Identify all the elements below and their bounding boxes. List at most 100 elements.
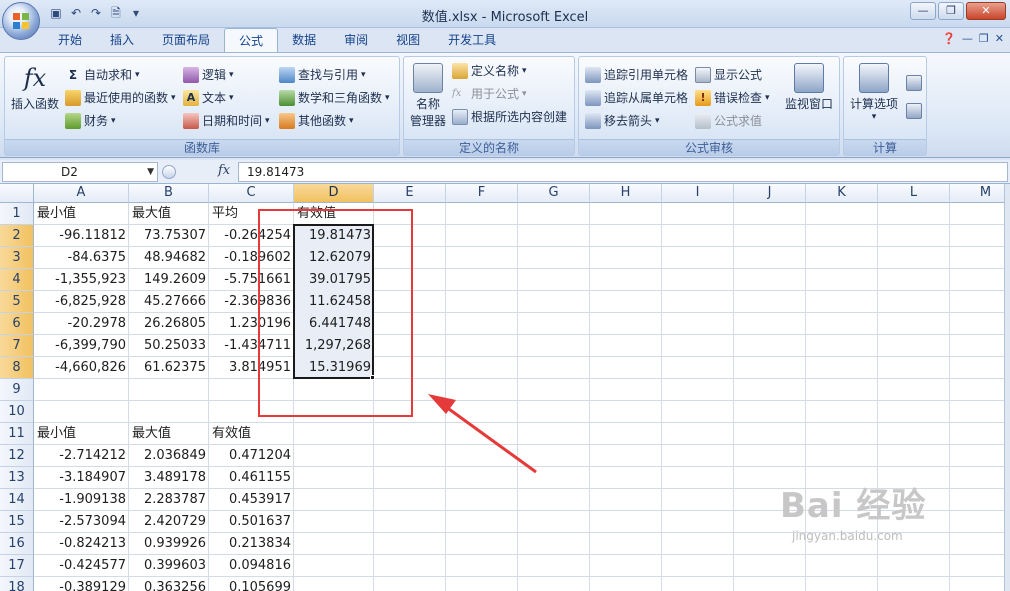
insert-function-button[interactable]: fx 插入函数 [9, 63, 61, 112]
office-button[interactable] [2, 2, 40, 40]
logical-icon [183, 66, 199, 83]
office-logo-icon [13, 13, 29, 29]
ribbon-tabs: 开始 插入 页面布局 公式 数据 审阅 视图 开发工具 [44, 28, 510, 53]
group-calculation: 计算选项 ▾ 计算 [843, 56, 927, 156]
use-in-formula-button[interactable]: fx 用于公式 ▾ [452, 85, 527, 102]
lookup-button[interactable]: 查找与引用 ▾ [279, 66, 366, 83]
evaluate-formula-button[interactable]: 公式求值 [695, 112, 762, 129]
tab-insert[interactable]: 插入 [96, 28, 148, 52]
text-a-icon: A [183, 89, 199, 106]
chevron-down-icon: ▾ [522, 88, 527, 99]
formula-input[interactable]: 19.81473 [238, 162, 1008, 182]
baidu-watermark: Bai 经验 jingyan.baidu.com [780, 486, 927, 543]
text-functions-button[interactable]: A 文本 ▾ [183, 89, 234, 106]
formula-bar: D2 ▼ fx 19.81473 [0, 160, 1010, 184]
vertical-scrollbar[interactable] [1004, 184, 1010, 591]
star-book-icon [65, 89, 81, 106]
tab-developer[interactable]: 开发工具 [434, 28, 510, 52]
remove-arrows-icon [585, 112, 601, 129]
define-name-button[interactable]: 定义名称 ▾ [452, 62, 527, 79]
watch-window-icon [794, 63, 824, 93]
chevron-down-icon: ▾ [871, 112, 877, 122]
financial-button[interactable]: 财务 ▾ [65, 112, 116, 129]
group-label-defined-names: 定义的名称 [404, 139, 574, 155]
arrow-shaft [441, 402, 537, 474]
chevron-down-icon: ▾ [361, 69, 366, 80]
chevron-down-icon: ▾ [171, 92, 176, 103]
window-title: 数值.xlsx - Microsoft Excel [421, 10, 589, 25]
chevron-down-icon: ▾ [135, 69, 140, 80]
trace-precedents-icon [585, 66, 601, 83]
chevron-down-icon: ▾ [765, 92, 770, 103]
watch-window-button[interactable]: 监视窗口 [781, 63, 837, 112]
chevron-down-icon: ▾ [229, 69, 234, 80]
tab-view[interactable]: 视图 [382, 28, 434, 52]
calendar-icon [183, 112, 199, 129]
close-button[interactable]: ✕ [966, 2, 1006, 20]
window-controls: — ❐ ✕ [910, 2, 1006, 20]
financial-icon [65, 112, 81, 129]
ribbon-help-area: ❓ — ❐ ✕ [942, 32, 1004, 45]
logical-button[interactable]: 逻辑 ▾ [183, 66, 234, 83]
sigma-icon: Σ [68, 67, 78, 82]
autosum-button[interactable]: Σ 自动求和 ▾ [65, 66, 140, 83]
warning-icon: ! [695, 89, 711, 106]
evaluate-icon [695, 112, 711, 129]
remove-arrows-button[interactable]: 移去箭头 ▾ [585, 112, 660, 129]
ribbon-restore-icon[interactable]: ❐ [979, 32, 989, 45]
lookup-icon [279, 66, 295, 83]
tab-home[interactable]: 开始 [44, 28, 96, 52]
tab-page-layout[interactable]: 页面布局 [148, 28, 224, 52]
formula-icon: fx [452, 87, 462, 99]
chevron-down-icon: ▾ [111, 115, 116, 126]
calculation-options-icon [859, 63, 889, 93]
chevron-down-icon: ▾ [385, 92, 390, 103]
group-label-calculation: 计算 [844, 139, 926, 155]
trace-dependents-icon [585, 89, 601, 106]
group-label-function-library: 函数库 [5, 139, 399, 155]
restore-button[interactable]: ❐ [938, 2, 964, 20]
group-formula-auditing: 追踪引用单元格 追踪从属单元格 移去箭头 ▾ 显示公式 ! 错误检查 ▾ 公式求值 … [578, 56, 840, 156]
chevron-down-icon: ▾ [655, 115, 660, 126]
chevron-down-icon: ▾ [522, 65, 527, 76]
trace-dependents-button[interactable]: 追踪从属单元格 [585, 89, 688, 106]
show-formulas-icon [695, 66, 711, 83]
calculation-options-button[interactable]: 计算选项 ▾ [846, 63, 902, 122]
formula-bar-controls: fx [162, 162, 234, 182]
tab-data[interactable]: 数据 [278, 28, 330, 52]
workbook-close-icon[interactable]: ✕ [995, 32, 1004, 45]
more-functions-icon [279, 112, 295, 129]
formula-bar-resize-handle[interactable] [162, 165, 176, 179]
tab-review[interactable]: 审阅 [330, 28, 382, 52]
group-label-formula-auditing: 公式审核 [579, 139, 839, 155]
fx-icon: fx [23, 64, 47, 92]
minimize-button[interactable]: — [910, 2, 936, 20]
group-defined-names: 名称 管理器 定义名称 ▾ fx 用于公式 ▾ 根据所选内容创建 定义的名称 [403, 56, 575, 156]
name-box[interactable]: D2 ▼ [2, 162, 158, 182]
more-functions-button[interactable]: 其他函数 ▾ [279, 112, 354, 129]
create-from-selection-button[interactable]: 根据所选内容创建 [452, 108, 567, 125]
datetime-button[interactable]: 日期和时间 ▾ [183, 112, 270, 129]
chevron-down-icon[interactable]: ▼ [147, 163, 154, 181]
create-names-icon [452, 108, 468, 125]
math-button[interactable]: 数学和三角函数 ▾ [279, 89, 390, 106]
help-icon[interactable]: ❓ [942, 32, 956, 45]
error-checking-button[interactable]: ! 错误检查 ▾ [695, 89, 770, 106]
chevron-down-icon: ▾ [229, 92, 234, 103]
ribbon-minimize-icon[interactable]: — [962, 32, 973, 45]
calculate-sheet-icon[interactable] [906, 103, 922, 119]
tab-formulas[interactable]: 公式 [224, 28, 279, 53]
title-bar: ▣ ↶ ↷ 🗎 ▾ 数值.xlsx - Microsoft Excel — ❐ … [0, 0, 1010, 28]
calculate-now-icon[interactable] [906, 75, 922, 91]
trace-precedents-button[interactable]: 追踪引用单元格 [585, 66, 688, 83]
chevron-down-icon: ▾ [265, 115, 270, 126]
name-manager-icon [413, 63, 443, 93]
chevron-down-icon: ▾ [349, 115, 354, 126]
name-manager-button[interactable]: 名称 管理器 [406, 63, 450, 129]
tag-icon [452, 62, 468, 79]
show-formulas-button[interactable]: 显示公式 [695, 66, 762, 83]
math-icon [279, 89, 295, 106]
insert-function-fx-icon[interactable]: fx [218, 163, 230, 178]
recent-functions-button[interactable]: 最近使用的函数 ▾ [65, 89, 176, 106]
ribbon: fx 插入函数 Σ 自动求和 ▾ 最近使用的函数 ▾ 财务 ▾ 逻辑 ▾ A 文本 ▾ 日… [0, 52, 1010, 158]
